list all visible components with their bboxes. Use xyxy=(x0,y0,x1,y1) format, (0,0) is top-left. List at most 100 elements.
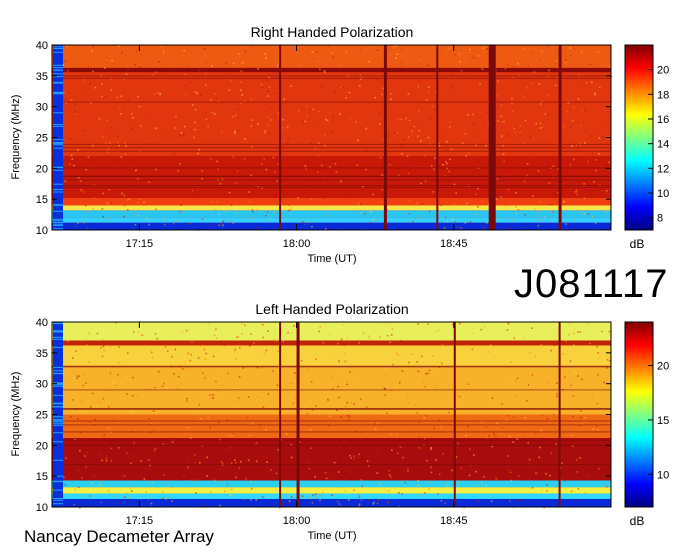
heatmap-speckle xyxy=(150,351,153,354)
heatmap-speckle xyxy=(595,159,597,161)
heatmap-speckle xyxy=(399,446,402,449)
heatmap-speckle xyxy=(540,201,542,203)
heatmap-speckle xyxy=(501,427,504,429)
heatmap-speckle xyxy=(189,223,192,225)
heatmap-speckle xyxy=(192,136,195,139)
heatmap-speckle xyxy=(566,169,569,171)
heatmap-speckle xyxy=(265,214,267,217)
heatmap-speckle xyxy=(319,180,321,182)
heatmap-speckle xyxy=(412,165,415,167)
heatmap-speckle xyxy=(460,488,463,490)
heatmap-speckle xyxy=(255,442,258,444)
heatmap-speckle xyxy=(126,375,128,378)
heatmap-speckle xyxy=(344,406,347,408)
heatmap-speckle xyxy=(217,421,220,424)
heatmap-speckle xyxy=(236,471,238,474)
heatmap-speckle xyxy=(183,134,185,136)
heatmap-speckle xyxy=(91,49,94,52)
heatmap-speckle xyxy=(441,364,443,366)
heatmap-speckle xyxy=(587,213,589,215)
heatmap-speckle xyxy=(317,154,319,157)
heatmap-speckle xyxy=(255,404,257,407)
heatmap-speckle xyxy=(483,476,485,478)
heatmap-speckle xyxy=(317,171,319,174)
heatmap-speckle xyxy=(290,456,293,459)
heatmap-speckle xyxy=(121,192,123,195)
heatmap-speckle xyxy=(469,221,472,223)
heatmap-speckle xyxy=(441,403,444,405)
heatmap-speckle xyxy=(214,334,216,337)
heatmap-speckle xyxy=(164,219,167,222)
heatmap-speckle xyxy=(547,113,549,116)
heatmap-speckle xyxy=(194,121,196,124)
heatmap-speckle xyxy=(561,462,563,464)
heatmap-speckle xyxy=(533,71,536,73)
heatmap-speckle xyxy=(260,394,263,397)
heatmap-speckle xyxy=(387,375,389,377)
heatmap-speckle xyxy=(199,94,202,97)
heatmap-speckle xyxy=(116,159,119,161)
heatmap-speckle xyxy=(591,394,593,396)
heatmap-speckle xyxy=(514,380,517,382)
heatmap-speckle xyxy=(490,500,493,503)
heatmap-speckle xyxy=(501,403,504,405)
heatmap-speckle xyxy=(92,327,94,329)
y-axis-label: Frequency (MHz) xyxy=(10,372,22,457)
heatmap-speckle xyxy=(103,434,105,436)
heatmap-speckle xyxy=(371,476,374,478)
heatmap-speckle xyxy=(265,456,268,459)
heatmap-speckle xyxy=(379,156,382,159)
heatmap-speckle xyxy=(579,457,581,459)
heatmap-speckle xyxy=(331,52,333,54)
y-tick-label: 25 xyxy=(36,133,48,145)
heatmap-speckle xyxy=(346,493,348,496)
heatmap-burst xyxy=(279,322,282,507)
heatmap-speckle xyxy=(553,344,556,346)
heatmap-speckle xyxy=(424,154,426,157)
heatmap-speckle xyxy=(451,323,454,326)
heatmap-speckle xyxy=(449,158,451,161)
heatmap-speckle xyxy=(136,488,139,491)
heatmap-speckle xyxy=(334,90,336,93)
heatmap-speckle xyxy=(293,325,295,327)
heatmap-speckle xyxy=(295,59,297,61)
heatmap-speckle xyxy=(122,476,124,479)
heatmap-speckle xyxy=(212,355,215,358)
calibration-speckle xyxy=(53,224,63,226)
heatmap-speckle xyxy=(175,219,177,222)
heatmap-band xyxy=(52,67,611,73)
heatmap-speckle xyxy=(166,466,168,468)
heatmap-speckle xyxy=(164,134,167,137)
heatmap-speckle xyxy=(428,488,430,490)
heatmap-speckle xyxy=(531,129,534,131)
heatmap-speckle xyxy=(160,45,162,48)
heatmap-speckle xyxy=(374,422,376,425)
heatmap-speckle xyxy=(443,227,446,229)
heatmap-speckle xyxy=(200,418,203,420)
heatmap-speckle xyxy=(337,471,340,473)
heatmap-speckle xyxy=(398,342,400,344)
heatmap-speckle xyxy=(331,376,333,378)
heatmap-speckle xyxy=(162,53,165,55)
heatmap-speckle xyxy=(327,403,329,405)
heatmap-speckle xyxy=(539,60,541,62)
heatmap-speckle xyxy=(319,68,321,71)
heatmap-speckle xyxy=(495,433,497,436)
heatmap-speckle xyxy=(583,183,585,185)
heatmap-speckle xyxy=(407,93,410,95)
heatmap-speckle xyxy=(597,352,599,354)
heatmap-speckle xyxy=(397,118,399,121)
heatmap-speckle xyxy=(175,136,178,138)
heatmap-speckle xyxy=(244,46,247,49)
heatmap-speckle xyxy=(64,104,67,107)
heatmap-speckle xyxy=(107,346,109,349)
heatmap-speckle xyxy=(77,177,80,179)
heatmap-speckle xyxy=(124,496,126,498)
heatmap-speckle xyxy=(398,381,401,384)
heatmap-speckle xyxy=(236,108,239,110)
heatmap-speckle xyxy=(527,354,530,357)
heatmap-speckle xyxy=(445,149,448,151)
heatmap-speckle xyxy=(427,90,430,93)
heatmap-speckle xyxy=(101,95,103,98)
heatmap-speckle xyxy=(432,380,435,383)
